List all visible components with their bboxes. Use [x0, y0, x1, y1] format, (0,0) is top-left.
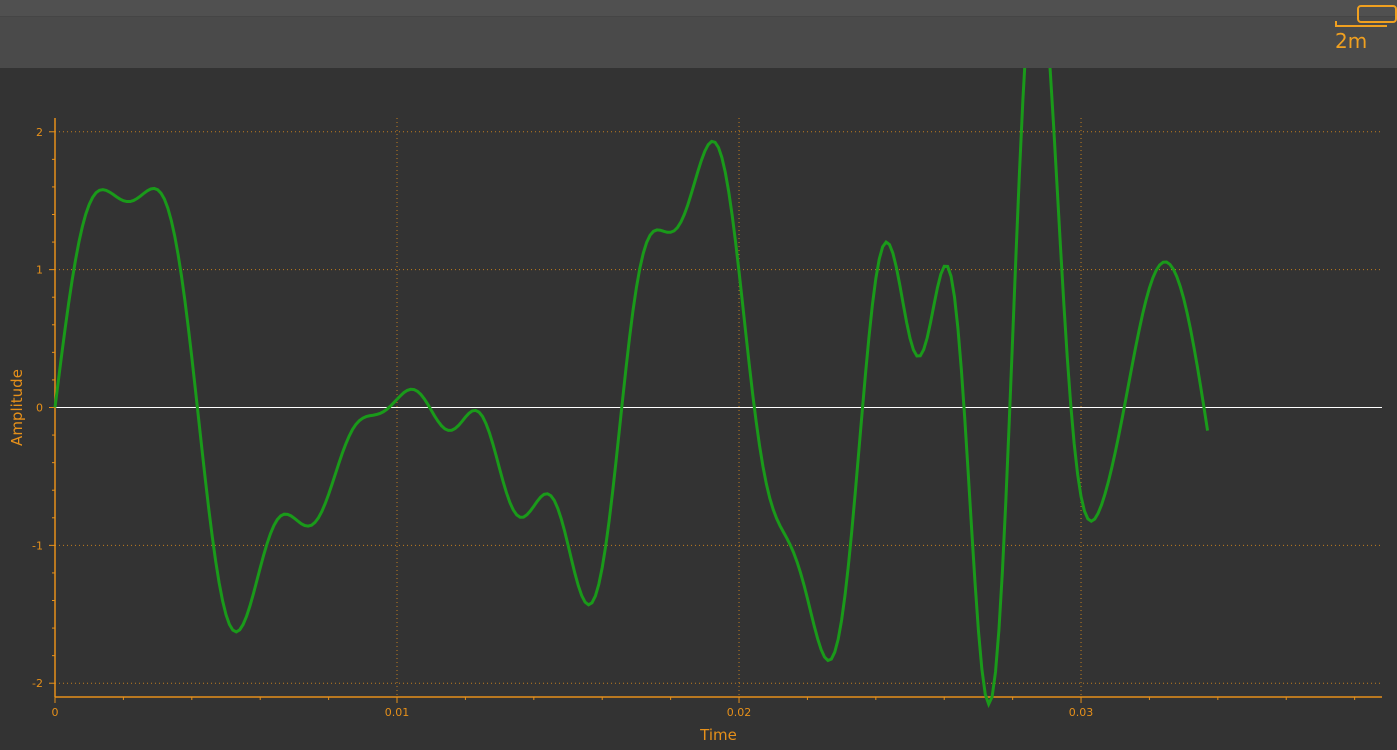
signal-line: [53, 68, 1210, 709]
y-tick-label: 2: [36, 126, 43, 139]
time-scale-indicator[interactable]: 2m: [1335, 21, 1387, 55]
x-tick-label: 0: [52, 706, 59, 719]
amplitude-time-chart: 2 1 0 -1 -2 0 0.01 0.02 0.03 Time Amplitude: [8, 68, 1382, 744]
scale-bar: [1335, 25, 1387, 27]
scale-tick: [1335, 21, 1337, 27]
scale-label: 2m: [1335, 29, 1368, 53]
y-tick-label: -1: [32, 539, 43, 552]
x-tick-label: 0.01: [385, 706, 410, 719]
x-axis-label: Time: [699, 726, 737, 744]
ticks: 2 1 0 -1 -2 0 0.01 0.02 0.03: [32, 126, 1356, 719]
y-tick-label: -2: [32, 677, 43, 690]
window-top-strip: [0, 0, 1397, 17]
corner-button[interactable]: [1357, 5, 1397, 23]
y-axis-label: Amplitude: [8, 369, 26, 446]
y-tick-label: 0: [36, 402, 43, 415]
toolbar: 2m: [0, 5, 1397, 68]
y-tick-label: 1: [36, 264, 43, 277]
x-tick-label: 0.02: [727, 706, 752, 719]
x-tick-label: 0.03: [1069, 706, 1094, 719]
